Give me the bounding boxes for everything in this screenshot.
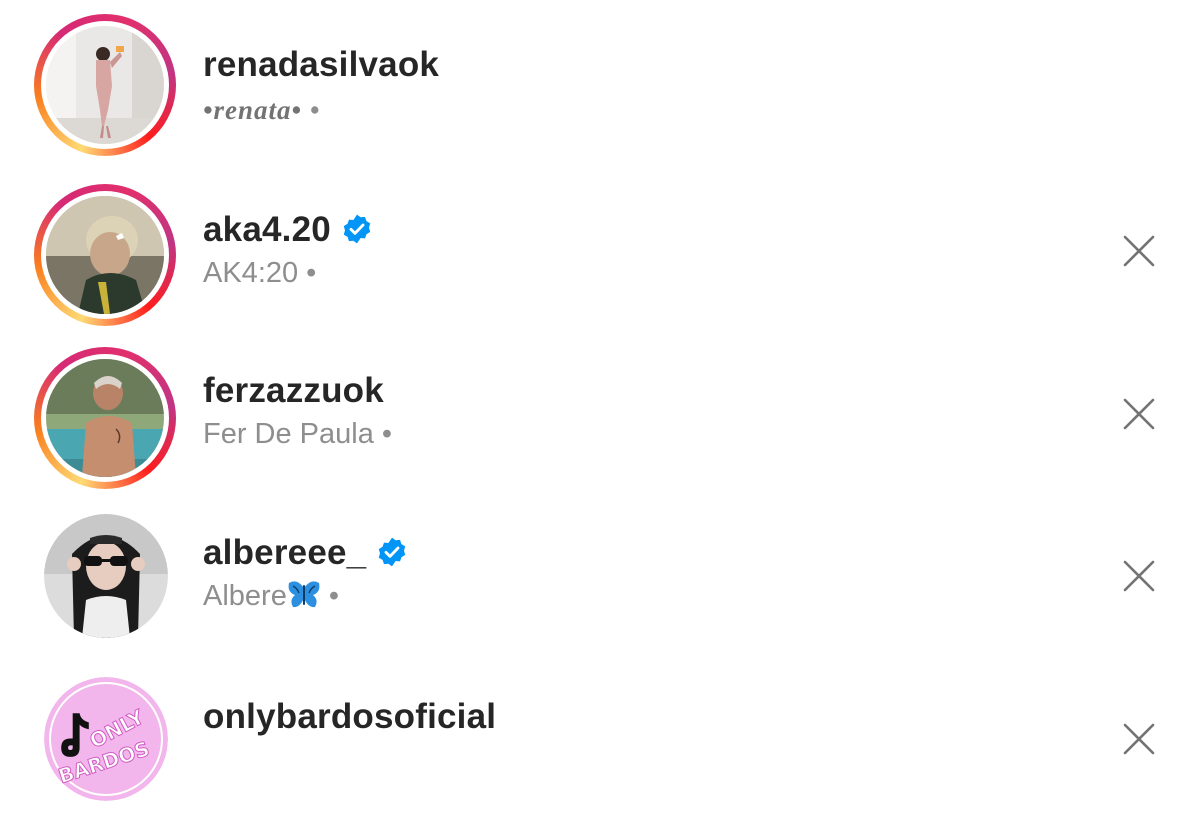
avatar[interactable]: ONLY BARDOS	[44, 677, 168, 801]
story-ring[interactable]	[34, 14, 176, 156]
display-name: •renata• •	[203, 93, 320, 127]
avatar[interactable]	[46, 196, 164, 314]
username[interactable]: ferzazzuok	[203, 371, 384, 411]
username-text: albereee_	[203, 533, 367, 572]
dismiss-button[interactable]	[1122, 559, 1156, 593]
suggestions-list: renadasilvaok •renata• • aka4.20 AK4:20 …	[0, 0, 1200, 820]
dismiss-button[interactable]	[1122, 234, 1156, 268]
avatar-frame[interactable]: ONLY BARDOS	[44, 677, 168, 801]
display-name-text: •renata•	[203, 95, 302, 125]
separator-dot: •	[381, 418, 393, 450]
suggestion-row[interactable]: ferzazzuok Fer De Paula •	[0, 333, 1200, 493]
verified-badge-icon	[376, 536, 408, 568]
avatar[interactable]	[46, 359, 164, 477]
avatar[interactable]	[46, 26, 164, 144]
display-name: AK4:20 •	[203, 256, 316, 290]
username[interactable]: albereee_	[203, 533, 408, 573]
suggestion-row[interactable]: albereee_ Albere •	[0, 497, 1200, 657]
close-icon	[1123, 723, 1155, 755]
story-ring[interactable]	[34, 184, 176, 326]
only-bardos-logo: ONLY BARDOS	[44, 677, 168, 801]
username-text: aka4.20	[203, 210, 331, 249]
close-icon	[1123, 235, 1155, 267]
separator-dot: •	[309, 95, 321, 125]
display-name-text: Albere	[203, 580, 287, 612]
display-name-text: AK4:20	[203, 257, 299, 289]
display-name: Albere •	[203, 579, 339, 613]
dismiss-button[interactable]	[1122, 397, 1156, 431]
dismiss-button[interactable]	[1122, 722, 1156, 756]
avatar[interactable]	[44, 514, 168, 638]
username[interactable]: onlybardosoficial	[203, 697, 496, 737]
close-icon	[1123, 560, 1155, 592]
separator-dot: •	[306, 257, 317, 289]
story-ring[interactable]	[34, 347, 176, 489]
close-icon	[1123, 398, 1155, 430]
avatar-frame[interactable]	[44, 514, 168, 638]
butterfly-icon	[287, 580, 321, 610]
username[interactable]: aka4.20	[203, 210, 373, 250]
separator-dot: •	[328, 580, 339, 612]
username[interactable]: renadasilvaok	[203, 45, 439, 85]
suggestion-row[interactable]: ONLY BARDOS onlybardosoficial	[0, 660, 1200, 820]
display-name: Fer De Paula •	[203, 417, 392, 451]
display-name-text: Fer De Paula	[203, 418, 374, 450]
verified-badge-icon	[341, 213, 373, 245]
suggestion-row[interactable]: renadasilvaok •renata• •	[0, 0, 1200, 160]
suggestion-row[interactable]: aka4.20 AK4:20 •	[0, 170, 1200, 330]
